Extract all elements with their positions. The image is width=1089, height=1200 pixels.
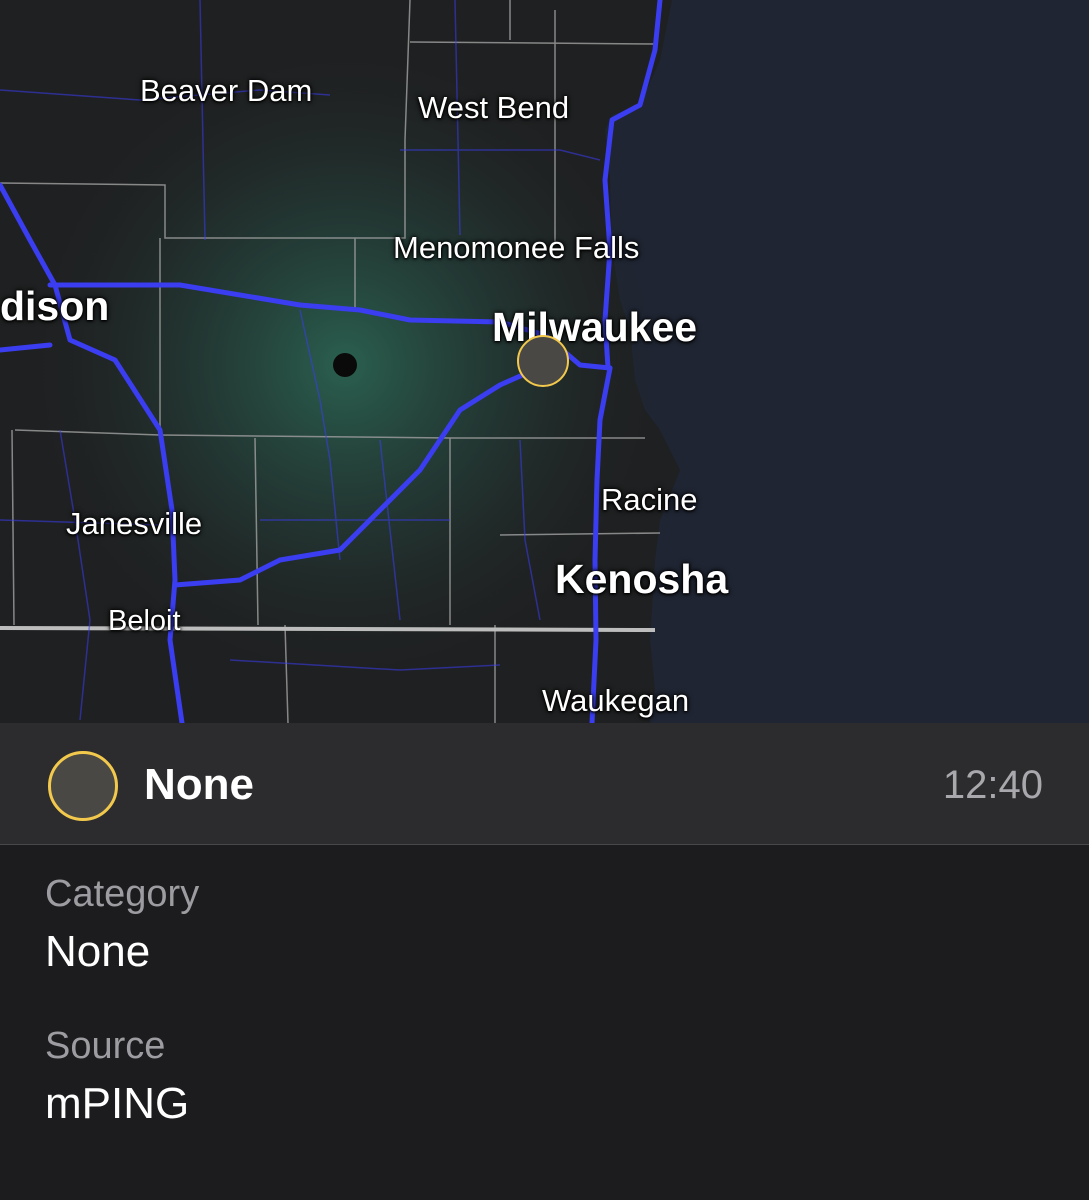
city-label-madison: dison — [0, 283, 110, 329]
report-circle-icon — [48, 751, 118, 821]
state-line — [0, 626, 656, 632]
report-time: 12:40 — [942, 763, 1043, 807]
report-marker[interactable] — [517, 335, 569, 387]
category-label: Category — [45, 873, 200, 915]
city-label-racine: Racine — [601, 482, 698, 517]
report-header[interactable]: None 12:40 — [0, 723, 1089, 845]
city-label-janesville: Janesville — [66, 506, 203, 541]
source-label: Source — [45, 1025, 166, 1067]
city-label-beloit: Beloit — [108, 605, 181, 637]
city-label-milwaukee: Milwaukee — [492, 304, 698, 350]
category-value: None — [45, 927, 151, 976]
city-label-west-bend: West Bend — [418, 90, 570, 125]
source-value: mPING — [45, 1079, 190, 1128]
city-label-beaver-dam: Beaver Dam — [140, 73, 313, 108]
city-label-waukegan: Waukegan — [542, 683, 690, 718]
city-label-kenosha: Kenosha — [555, 556, 729, 602]
lake-michigan — [605, 0, 1089, 723]
radar-map[interactable]: dison Beaver Dam West Bend Menomonee Fal… — [0, 0, 1089, 723]
city-label-menomonee-falls: Menomonee Falls — [393, 230, 640, 265]
report-title: None — [144, 760, 254, 809]
